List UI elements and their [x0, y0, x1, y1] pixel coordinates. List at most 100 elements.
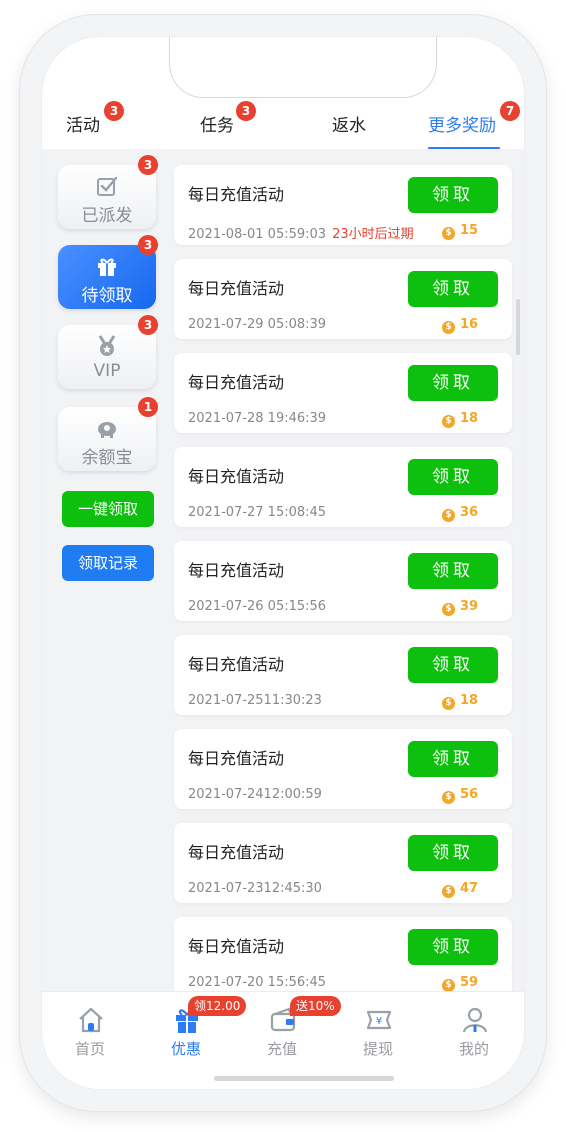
tab-rebate[interactable]: 返水 [332, 105, 412, 149]
reward-amount-value: 47 [460, 881, 479, 896]
tab-activity[interactable]: 活动 3 [66, 101, 146, 149]
tab-more-rewards[interactable]: 更多奖励 7 [428, 101, 524, 150]
coin-icon: $ [442, 791, 455, 804]
reward-title: 每日充值活动 [188, 373, 285, 392]
claim-history-button[interactable]: 领取记录 [62, 545, 154, 581]
reward-amount: $39 [442, 599, 478, 616]
reward-date: 2021-07-26 05:15:56 [188, 599, 327, 614]
nav-recharge[interactable]: 充值 送10% [234, 992, 341, 1062]
nav-label: 优惠 [170, 1040, 201, 1058]
reward-date-text: 2021-08-01 05:59:03 [188, 227, 327, 242]
withdraw-icon: ¥ [366, 1010, 392, 1030]
reward-date: 2021-07-2412:00:59 [188, 787, 322, 802]
reward-date: 2021-07-20 15:56:45 [188, 975, 327, 990]
reward-amount-value: 18 [460, 693, 479, 708]
tab-label: 更多奖励 [428, 116, 496, 136]
content-area: 已派发 3 待领取 3 VIP 3 余额宝 1 一键领取 领取记录 每日充值活动… [42, 149, 524, 997]
nav-label: 首页 [74, 1040, 105, 1058]
reward-expire: 23小时后过期 [332, 227, 414, 242]
reward-card: 每日充值活动 2021-07-28 19:46:39 领取 $18 [174, 353, 512, 433]
reward-amount: $56 [442, 787, 478, 804]
reward-amount: $36 [442, 505, 478, 522]
reward-title: 每日充值活动 [188, 655, 285, 674]
home-icon [79, 1007, 103, 1033]
claim-button[interactable]: 领取 [408, 365, 498, 401]
reward-amount-value: 18 [460, 411, 479, 426]
reward-amount-value: 15 [460, 223, 479, 238]
claim-button[interactable]: 领取 [408, 177, 498, 213]
device-notch [169, 37, 437, 98]
claim-button[interactable]: 领取 [408, 271, 498, 307]
reward-amount-value: 39 [460, 599, 479, 614]
reward-date: 2021-07-27 15:08:45 [188, 505, 327, 520]
nav-label: 我的 [458, 1040, 489, 1058]
nav-withdraw[interactable]: ¥ 提现 [330, 992, 426, 1062]
screen: 活动 3 任务 3 返水 更多奖励 7 已派发 3 待领取 3 VIP 3 余额… [42, 37, 524, 1089]
claim-button[interactable]: 领取 [408, 741, 498, 777]
sidebar-badge: 3 [138, 155, 158, 175]
checkbox-icon [97, 176, 118, 196]
tab-label: 返水 [332, 116, 366, 136]
medal-icon [98, 335, 116, 356]
reward-card: 每日充值活动 2021-08-01 05:59:03 23小时后过期 领取 $15 [174, 165, 512, 245]
nav-label: 提现 [362, 1040, 393, 1058]
reward-title: 每日充值活动 [188, 185, 285, 204]
nav-offers[interactable]: 优惠 领12.00 [138, 992, 247, 1062]
sidebar-item-label: 已派发 [81, 206, 133, 226]
sidebar-item-label: 余额宝 [81, 448, 133, 468]
tab-badge: 3 [236, 101, 256, 121]
nav-profile[interactable]: 我的 [426, 992, 522, 1062]
claim-all-button[interactable]: 一键领取 [62, 491, 154, 527]
reward-date: 2021-07-2312:45:30 [188, 881, 322, 896]
sidebar-item-label: VIP [93, 361, 121, 381]
sidebar-item-pending[interactable]: 待领取 3 [58, 235, 158, 309]
reward-title: 每日充值活动 [188, 937, 285, 956]
reward-card: 每日充值活动 2021-07-26 05:15:56 领取 $39 [174, 541, 512, 621]
reward-title: 每日充值活动 [188, 279, 285, 298]
reward-amount-value: 16 [460, 317, 479, 332]
reward-amount: $18 [442, 411, 478, 428]
user-icon [462, 1007, 488, 1033]
coin-icon: $ [442, 509, 455, 522]
coin-icon: $ [442, 885, 455, 898]
reward-title: 每日充值活动 [188, 843, 285, 862]
sidebar-badge: 3 [138, 235, 158, 255]
reward-amount: $59 [442, 975, 478, 992]
nav-label: 充值 [266, 1040, 297, 1058]
reward-card: 每日充值活动 2021-07-2511:30:23 领取 $18 [174, 635, 512, 715]
reward-card: 每日充值活动 2021-07-20 15:56:45 领取 $59 [174, 917, 512, 997]
sidebar-badge: 1 [138, 397, 158, 417]
reward-date: 2021-07-29 05:08:39 [188, 317, 327, 332]
tab-tasks[interactable]: 任务 3 [200, 101, 280, 149]
phone-frame: 活动 3 任务 3 返水 更多奖励 7 已派发 3 待领取 3 VIP 3 余额… [20, 15, 546, 1111]
coin-icon: $ [442, 603, 455, 616]
reward-title: 每日充值活动 [188, 561, 285, 580]
coin-icon: $ [442, 321, 455, 334]
scrollbar[interactable] [516, 299, 520, 355]
svg-text:¥: ¥ [376, 1016, 382, 1027]
reward-date: 2021-08-01 05:59:03 23小时后过期 [188, 223, 414, 242]
sidebar-item-balance-treasure[interactable]: 余额宝 1 [58, 397, 158, 471]
reward-amount: $18 [442, 693, 478, 710]
sidebar-item-label: 待领取 [81, 286, 133, 306]
sidebar-item-vip[interactable]: VIP 3 [58, 315, 158, 389]
tab-label: 活动 [66, 116, 100, 136]
reward-date: 2021-07-2511:30:23 [188, 693, 322, 708]
claim-button[interactable]: 领取 [408, 835, 498, 871]
gift-icon [98, 258, 116, 276]
claim-button[interactable]: 领取 [408, 459, 498, 495]
reward-title: 每日充值活动 [188, 749, 285, 768]
claim-button[interactable]: 领取 [408, 929, 498, 965]
claim-button[interactable]: 领取 [408, 553, 498, 589]
nav-home[interactable]: 首页 [42, 992, 138, 1062]
bottom-nav: 首页 优惠 领12.00 充值 送10% ¥ 提现 我的 [42, 991, 524, 1089]
home-indicator[interactable] [214, 1076, 394, 1081]
reward-amount-value: 56 [460, 787, 479, 802]
claim-button[interactable]: 领取 [408, 647, 498, 683]
top-tabs: 活动 3 任务 3 返水 更多奖励 7 [42, 101, 524, 150]
reward-card: 每日充值活动 2021-07-2312:45:30 领取 $47 [174, 823, 512, 903]
tab-badge: 7 [500, 101, 520, 121]
tab-label: 任务 [200, 116, 234, 136]
coin-icon: $ [442, 697, 455, 710]
sidebar-item-dispatched[interactable]: 已派发 3 [58, 155, 158, 229]
